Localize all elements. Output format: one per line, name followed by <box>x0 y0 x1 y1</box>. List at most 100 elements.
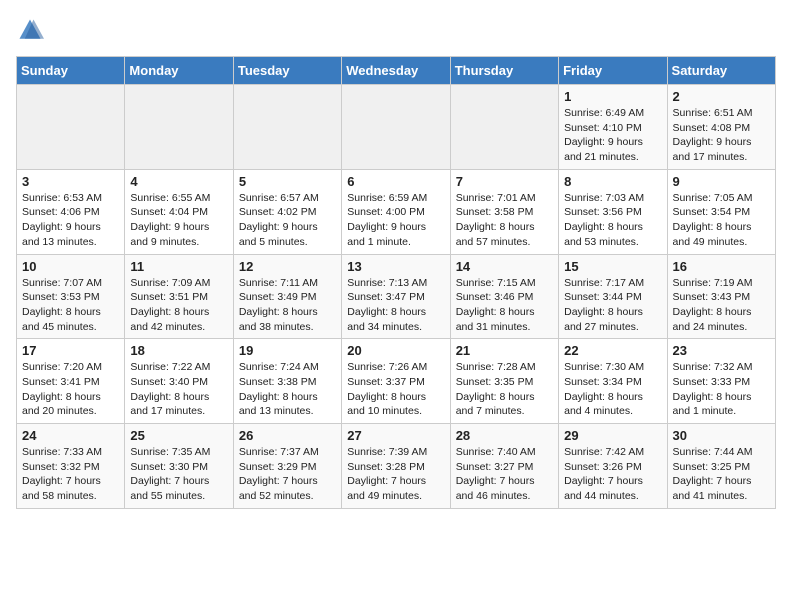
day-info: Sunrise: 7:11 AMSunset: 3:49 PMDaylight:… <box>239 276 336 335</box>
calendar-cell: 8 Sunrise: 7:03 AMSunset: 3:56 PMDaylight… <box>559 169 667 254</box>
calendar-cell <box>342 85 450 170</box>
day-info: Sunrise: 7:15 AMSunset: 3:46 PMDaylight:… <box>456 276 553 335</box>
day-number: 21 <box>456 343 553 358</box>
day-info: Sunrise: 7:05 AMSunset: 3:54 PMDaylight:… <box>673 191 770 250</box>
day-number: 14 <box>456 259 553 274</box>
day-info: Sunrise: 7:17 AMSunset: 3:44 PMDaylight:… <box>564 276 661 335</box>
day-info: Sunrise: 7:40 AMSunset: 3:27 PMDaylight:… <box>456 445 553 504</box>
calendar-cell: 10 Sunrise: 7:07 AMSunset: 3:53 PMDayligh… <box>17 254 125 339</box>
day-info: Sunrise: 7:28 AMSunset: 3:35 PMDaylight:… <box>456 360 553 419</box>
day-number: 19 <box>239 343 336 358</box>
day-info: Sunrise: 7:03 AMSunset: 3:56 PMDaylight:… <box>564 191 661 250</box>
logo <box>16 16 48 44</box>
weekday-header-thursday: Thursday <box>450 57 558 85</box>
weekday-header-sunday: Sunday <box>17 57 125 85</box>
calendar-cell <box>17 85 125 170</box>
day-number: 25 <box>130 428 227 443</box>
day-number: 30 <box>673 428 770 443</box>
weekday-header-tuesday: Tuesday <box>233 57 341 85</box>
day-info: Sunrise: 7:33 AMSunset: 3:32 PMDaylight:… <box>22 445 119 504</box>
day-info: Sunrise: 7:42 AMSunset: 3:26 PMDaylight:… <box>564 445 661 504</box>
calendar-cell: 23Sunrise: 7:32 AMSunset: 3:33 PMDayligh… <box>667 339 775 424</box>
day-number: 8 <box>564 174 661 189</box>
day-info: Sunrise: 7:30 AMSunset: 3:34 PMDaylight:… <box>564 360 661 419</box>
day-info: Sunrise: 7:26 AMSunset: 3:37 PMDaylight:… <box>347 360 444 419</box>
calendar-cell: 29 Sunrise: 7:42 AMSunset: 3:26 PMDayligh… <box>559 424 667 509</box>
day-info: Sunrise: 7:09 AMSunset: 3:51 PMDaylight:… <box>130 276 227 335</box>
calendar-cell <box>125 85 233 170</box>
calendar-week-row: 17 Sunrise: 7:20 AMSunset: 3:41 PMDayligh… <box>17 339 776 424</box>
day-number: 26 <box>239 428 336 443</box>
day-number: 15 <box>564 259 661 274</box>
day-info: Sunrise: 7:01 AMSunset: 3:58 PMDaylight:… <box>456 191 553 250</box>
day-number: 5 <box>239 174 336 189</box>
day-number: 1 <box>564 89 661 104</box>
day-number: 9 <box>673 174 770 189</box>
day-number: 18 <box>130 343 227 358</box>
day-info: Sunrise: 7:37 AMSunset: 3:29 PMDaylight:… <box>239 445 336 504</box>
calendar-cell: 24 Sunrise: 7:33 AMSunset: 3:32 PMDayligh… <box>17 424 125 509</box>
calendar-week-row: 3 Sunrise: 6:53 AMSunset: 4:06 PMDaylight… <box>17 169 776 254</box>
day-info: Sunrise: 7:19 AMSunset: 3:43 PMDaylight:… <box>673 276 770 335</box>
day-number: 13 <box>347 259 444 274</box>
calendar-cell: 2 Sunrise: 6:51 AMSunset: 4:08 PMDaylight… <box>667 85 775 170</box>
day-number: 2 <box>673 89 770 104</box>
weekday-header-friday: Friday <box>559 57 667 85</box>
day-number: 20 <box>347 343 444 358</box>
day-info: Sunrise: 7:24 AMSunset: 3:38 PMDaylight:… <box>239 360 336 419</box>
calendar-cell: 6 Sunrise: 6:59 AMSunset: 4:00 PMDaylight… <box>342 169 450 254</box>
day-number: 28 <box>456 428 553 443</box>
day-info: Sunrise: 7:20 AMSunset: 3:41 PMDaylight:… <box>22 360 119 419</box>
day-info: Sunrise: 6:57 AMSunset: 4:02 PMDaylight:… <box>239 191 336 250</box>
calendar-cell: 20 Sunrise: 7:26 AMSunset: 3:37 PMDayligh… <box>342 339 450 424</box>
day-info: Sunrise: 6:51 AMSunset: 4:08 PMDaylight:… <box>673 106 770 165</box>
day-number: 12 <box>239 259 336 274</box>
day-number: 24 <box>22 428 119 443</box>
calendar-cell: 25 Sunrise: 7:35 AMSunset: 3:30 PMDayligh… <box>125 424 233 509</box>
day-info: Sunrise: 7:35 AMSunset: 3:30 PMDaylight:… <box>130 445 227 504</box>
day-number: 17 <box>22 343 119 358</box>
day-number: 6 <box>347 174 444 189</box>
calendar-cell: 17 Sunrise: 7:20 AMSunset: 3:41 PMDayligh… <box>17 339 125 424</box>
day-number: 22 <box>564 343 661 358</box>
calendar-cell: 4 Sunrise: 6:55 AMSunset: 4:04 PMDaylight… <box>125 169 233 254</box>
day-info: Sunrise: 7:44 AMSunset: 3:25 PMDaylight:… <box>673 445 770 504</box>
day-number: 4 <box>130 174 227 189</box>
logo-icon <box>16 16 44 44</box>
day-number: 7 <box>456 174 553 189</box>
calendar-cell: 19 Sunrise: 7:24 AMSunset: 3:38 PMDayligh… <box>233 339 341 424</box>
day-info: Sunrise: 7:07 AMSunset: 3:53 PMDaylight:… <box>22 276 119 335</box>
calendar-cell: 15 Sunrise: 7:17 AMSunset: 3:44 PMDayligh… <box>559 254 667 339</box>
calendar-cell: 3 Sunrise: 6:53 AMSunset: 4:06 PMDaylight… <box>17 169 125 254</box>
calendar-cell: 18Sunrise: 7:22 AMSunset: 3:40 PMDayligh… <box>125 339 233 424</box>
calendar: SundayMondayTuesdayWednesdayThursdayFrid… <box>16 56 776 509</box>
day-info: Sunrise: 7:39 AMSunset: 3:28 PMDaylight:… <box>347 445 444 504</box>
calendar-cell: 13 Sunrise: 7:13 AMSunset: 3:47 PMDayligh… <box>342 254 450 339</box>
calendar-cell: 9 Sunrise: 7:05 AMSunset: 3:54 PMDaylight… <box>667 169 775 254</box>
header <box>16 16 776 44</box>
calendar-week-row: 1 Sunrise: 6:49 AMSunset: 4:10 PMDaylight… <box>17 85 776 170</box>
day-number: 27 <box>347 428 444 443</box>
day-info: Sunrise: 6:59 AMSunset: 4:00 PMDaylight:… <box>347 191 444 250</box>
calendar-cell: 21 Sunrise: 7:28 AMSunset: 3:35 PMDayligh… <box>450 339 558 424</box>
calendar-cell: 27 Sunrise: 7:39 AMSunset: 3:28 PMDayligh… <box>342 424 450 509</box>
day-number: 3 <box>22 174 119 189</box>
day-info: Sunrise: 6:49 AMSunset: 4:10 PMDaylight:… <box>564 106 661 165</box>
weekday-header-saturday: Saturday <box>667 57 775 85</box>
day-info: Sunrise: 7:13 AMSunset: 3:47 PMDaylight:… <box>347 276 444 335</box>
day-number: 29 <box>564 428 661 443</box>
calendar-cell: 7 Sunrise: 7:01 AMSunset: 3:58 PMDaylight… <box>450 169 558 254</box>
day-number: 10 <box>22 259 119 274</box>
day-number: 11 <box>130 259 227 274</box>
calendar-cell: 22 Sunrise: 7:30 AMSunset: 3:34 PMDayligh… <box>559 339 667 424</box>
calendar-cell: 30 Sunrise: 7:44 AMSunset: 3:25 PMDayligh… <box>667 424 775 509</box>
page: SundayMondayTuesdayWednesdayThursdayFrid… <box>0 0 792 525</box>
day-info: Sunrise: 6:53 AMSunset: 4:06 PMDaylight:… <box>22 191 119 250</box>
calendar-cell: 14 Sunrise: 7:15 AMSunset: 3:46 PMDayligh… <box>450 254 558 339</box>
calendar-cell: 12 Sunrise: 7:11 AMSunset: 3:49 PMDayligh… <box>233 254 341 339</box>
calendar-cell <box>450 85 558 170</box>
weekday-header-wednesday: Wednesday <box>342 57 450 85</box>
calendar-week-row: 24 Sunrise: 7:33 AMSunset: 3:32 PMDayligh… <box>17 424 776 509</box>
day-info: Sunrise: 6:55 AMSunset: 4:04 PMDaylight:… <box>130 191 227 250</box>
day-info: Sunrise: 7:32 AMSunset: 3:33 PMDaylight:… <box>673 360 770 419</box>
